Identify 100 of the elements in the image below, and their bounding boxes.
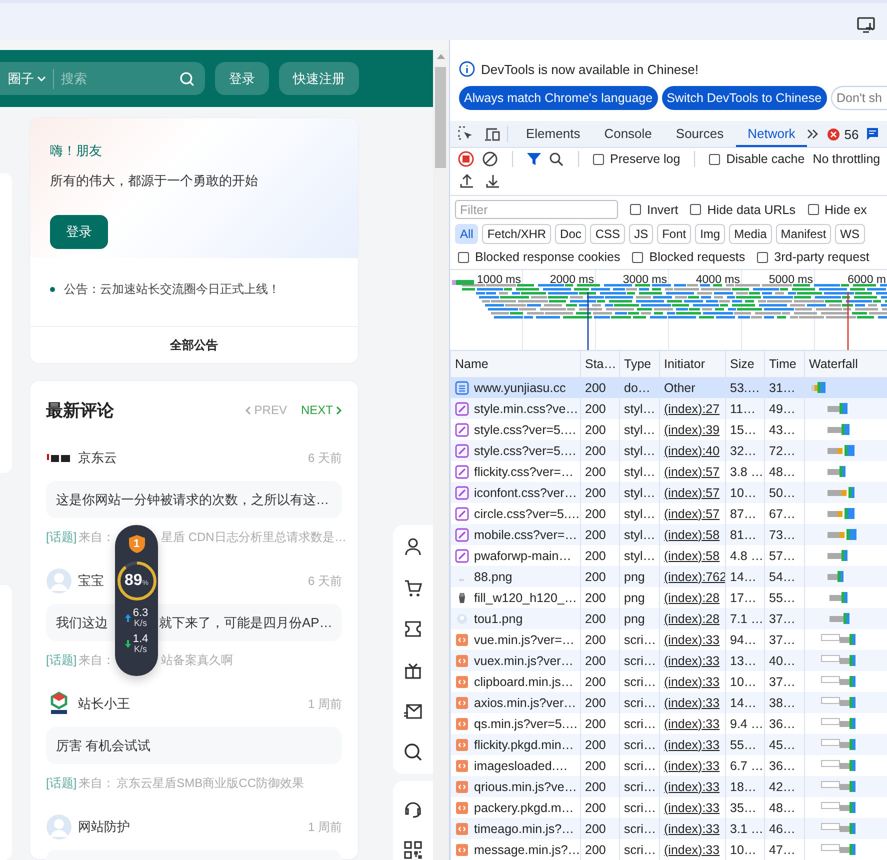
column-header[interactable]: Time (764, 351, 804, 377)
language-button[interactable]: Switch DevTools to Chinese (662, 86, 827, 110)
initiator-link[interactable]: (index):33 (664, 632, 720, 646)
type-filter-chip[interactable]: All (455, 224, 478, 244)
initiator-link[interactable]: (index):58 (664, 548, 720, 562)
panel-tab[interactable]: Elements (514, 121, 592, 147)
initiator-link[interactable]: (index):33 (664, 716, 720, 730)
checkbox[interactable] (709, 154, 720, 164)
request-row[interactable]: flickity.pkgd.min… 200 scri… (index):33 55… 45… (450, 734, 887, 755)
request-name: style.min.css?ve… (474, 402, 578, 416)
initiator-link[interactable]: (index):33 (664, 674, 720, 688)
waterfall-bar (821, 802, 856, 813)
column-header[interactable]: Waterfall (804, 351, 887, 377)
login-button[interactable]: 登录 (50, 215, 108, 249)
category-dropdown[interactable]: 圈子 (8, 70, 46, 88)
cart-icon[interactable] (403, 578, 423, 598)
checkbox[interactable] (690, 204, 702, 215)
request-row[interactable]: message.min.js?… 200 scri… (index):33 10… 47… (450, 839, 887, 860)
request-row[interactable]: 88.png 200 png (index):762 14… 54… (450, 566, 887, 587)
error-count[interactable]: 56 (844, 126, 859, 142)
register-button[interactable]: 快速注册 (279, 62, 359, 95)
checkbox[interactable] (458, 252, 469, 262)
type-filter-chip[interactable]: Font (657, 224, 692, 244)
notice-link[interactable]: 公告：云加速站长交流圈今日正式上线！ (64, 281, 280, 298)
mail-icon[interactable] (403, 701, 423, 721)
message-icon[interactable] (866, 128, 878, 140)
download-icon[interactable] (486, 173, 500, 189)
more-tabs-icon[interactable] (807, 129, 820, 139)
filter-icon[interactable] (527, 152, 541, 166)
request-row[interactable]: vuex.min.js?ver… 200 scri… (index):33 13… 40… (450, 650, 887, 671)
initiator-link[interactable]: (index):39 (664, 422, 720, 436)
request-row[interactable]: axios.min.js?ver… 200 scri… (index):33 14… 38… (450, 692, 887, 713)
search-field[interactable]: 圈子 搜索 (0, 62, 205, 95)
column-header[interactable]: Sta… (580, 351, 620, 377)
comment-bubble[interactable]: 这是你网站一分钟被请求的次数，之所以有这… (46, 481, 342, 518)
scrollbar-thumb[interactable] (435, 67, 446, 168)
column-header[interactable]: Type (620, 351, 660, 377)
panel-tab[interactable]: Sources (664, 121, 736, 147)
request-row[interactable]: iconfont.css?ver… 200 styl… (index):57 10… 50… (450, 482, 887, 503)
column-header[interactable]: Initiator (660, 351, 726, 377)
headset-icon[interactable] (403, 799, 423, 819)
type-filter-chip[interactable]: Media (729, 224, 772, 244)
language-button[interactable]: Don't sh (830, 86, 887, 110)
upload-icon[interactable] (460, 173, 474, 189)
cast-icon[interactable] (857, 17, 875, 33)
table-cell: 55… (726, 734, 764, 755)
login-button[interactable]: 登录 (215, 62, 269, 95)
type-filter-chip[interactable]: Fetch/XHR (482, 224, 552, 244)
initiator-link[interactable]: (index):57 (664, 464, 720, 478)
chevron-right-icon[interactable] (336, 406, 342, 414)
comment-bubble[interactable]: 厉害 有机会试试 (46, 727, 342, 764)
search-icon[interactable] (403, 742, 423, 762)
throttling-dropdown[interactable]: No throttling (812, 152, 880, 166)
time-tick: 6000 m (848, 274, 886, 286)
filter-field[interactable]: Filter (455, 200, 618, 219)
checkbox[interactable] (632, 252, 644, 262)
type-filter-chip[interactable]: Manifest (776, 224, 832, 244)
table-cell: 47… (764, 839, 804, 860)
checkbox[interactable] (593, 154, 604, 164)
checkbox[interactable] (757, 252, 768, 262)
scrollbar[interactable] (433, 50, 449, 860)
type-filter-chip[interactable]: JS (629, 224, 654, 244)
request-row[interactable]: style.min.css?ve… 200 styl… (index):27 11… 49… (450, 398, 887, 419)
stop-recording-icon[interactable] (458, 151, 474, 167)
request-row[interactable]: qrious.min.js?ve… 200 scri… (index):33 18… 42… (450, 776, 887, 797)
panel-tab[interactable]: Console (592, 121, 664, 147)
all-notices-link[interactable]: 全部公告 (170, 336, 218, 354)
error-icon[interactable] (827, 128, 840, 140)
type-filter-chip[interactable]: Img (695, 224, 726, 244)
type-filter-chip[interactable]: CSS (590, 224, 626, 244)
initiator-link[interactable]: (index):28 (664, 590, 720, 604)
table-cell: 200 (580, 398, 620, 419)
device-toolbar-icon[interactable] (484, 126, 501, 142)
topic-tag: [话题] (46, 775, 77, 792)
table-cell: 18… (726, 776, 764, 797)
ticket-icon[interactable] (403, 619, 423, 639)
initiator-link[interactable]: (index):33 (664, 842, 720, 856)
initiator-link[interactable]: (index):33 (664, 758, 720, 772)
clear-icon[interactable] (482, 151, 498, 167)
checkbox[interactable] (808, 204, 819, 215)
panel-tab[interactable]: Network (736, 121, 808, 147)
search-icon[interactable] (549, 152, 564, 166)
request-row[interactable]: mobile.css?ver=… 200 styl… (index):58 81… 73… (450, 524, 887, 545)
chevron-down-icon[interactable] (37, 76, 46, 82)
inspect-icon[interactable] (458, 126, 474, 142)
user-icon[interactable] (403, 537, 423, 557)
column-header[interactable]: Name (450, 351, 580, 377)
language-button[interactable]: Always match Chrome's language (459, 86, 658, 110)
initiator-link[interactable]: (index):57 (664, 506, 720, 520)
initiator-link[interactable]: (index):33 (664, 800, 720, 814)
request-row[interactable]: www.yunjiasu.cc 200 do… Other 53.… 31… (450, 377, 887, 398)
request-row[interactable]: timeago.min.js?… 200 scri… (index):33 3.1 … 46… (450, 818, 887, 839)
comment-text: 这是你网站一分钟被请求的次数，之所以有这… (56, 490, 329, 508)
type-filter-chip[interactable]: WS (835, 224, 864, 244)
checkbox[interactable] (630, 204, 641, 215)
column-header[interactable]: Size (726, 351, 764, 377)
qr-code-icon[interactable] (403, 840, 423, 860)
request-row[interactable]: tou1.png 200 png (index):28 7.1 … 37… (450, 608, 887, 629)
request-row[interactable]: style.css?ver=5.… 200 styl… (index):40 32… 72… (450, 440, 887, 461)
type-filter-chip[interactable]: Doc (555, 224, 586, 244)
